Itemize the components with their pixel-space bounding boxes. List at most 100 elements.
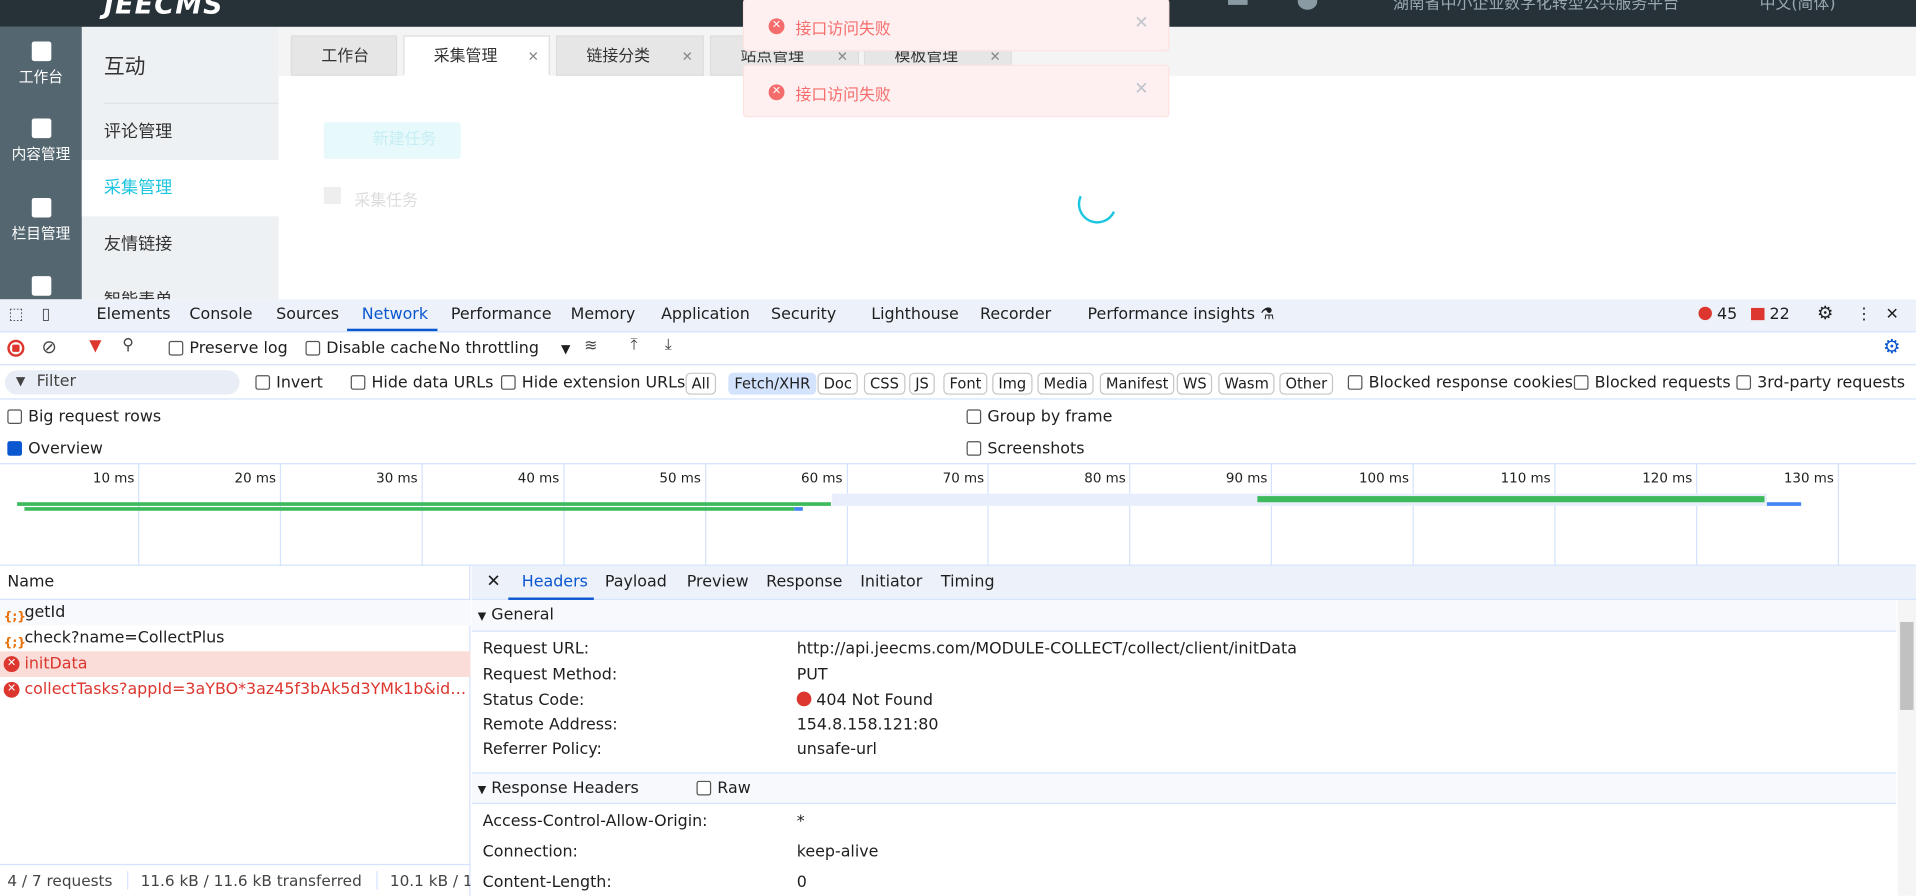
request-row[interactable]: {;} check?name=CollectPlus (0, 626, 470, 652)
iconbar-item-workbench[interactable]: 工作台 (0, 41, 82, 87)
box-icon (31, 276, 51, 296)
header-key: Access-Control-Allow-Origin: (482, 812, 708, 831)
type-filter-font[interactable]: Font (943, 372, 988, 395)
preserve-log-checkbox[interactable]: Preserve log (168, 340, 288, 358)
type-filter-css[interactable]: CSS (863, 372, 905, 395)
close-icon[interactable]: ✕ (1885, 305, 1898, 323)
language-selector[interactable]: 中文(简体) (1760, 0, 1836, 13)
loading-spinner (1072, 179, 1123, 230)
close-icon[interactable]: ✕ (528, 37, 539, 77)
platform-text[interactable]: 湖南省中小企业数字化转型公共服务平台 (1393, 0, 1679, 13)
tab-console[interactable]: Console (189, 305, 252, 323)
third-party-checkbox[interactable]: 3rd-party requests (1736, 374, 1905, 392)
hide-extension-urls-checkbox[interactable]: Hide extension URLs (500, 374, 685, 392)
general-section-header[interactable]: ▼ General (471, 599, 1897, 632)
subnav-item-links[interactable]: 友情链接 (82, 216, 279, 272)
type-filter-ws[interactable]: WS (1176, 372, 1213, 395)
tab-elements[interactable]: Elements (97, 305, 171, 323)
raw-checkbox[interactable]: Raw (696, 773, 751, 805)
header-key: Request Method: (482, 665, 618, 685)
overview-checkbox[interactable]: Overview (7, 440, 103, 458)
timeline-tick-label: 90 ms (1225, 470, 1268, 487)
tab-network[interactable]: Network (362, 305, 428, 323)
issue-count-badge[interactable]: 22 (1751, 305, 1790, 324)
download-icon[interactable]: ⤓ (665, 336, 672, 354)
error-icon: ✕ (3, 656, 20, 673)
subnav-item-comments[interactable]: 评论管理 (82, 104, 279, 160)
tab-headers[interactable]: Headers (522, 573, 588, 591)
request-row[interactable]: {;} getId (0, 599, 471, 626)
disable-cache-checkbox[interactable]: Disable cache (305, 340, 437, 358)
type-filter-other[interactable]: Other (1279, 372, 1334, 395)
record-icon[interactable] (7, 339, 25, 357)
invert-checkbox[interactable]: Invert (255, 374, 323, 392)
big-request-rows-checkbox[interactable]: Big request rows (7, 408, 161, 426)
tab-workbench[interactable]: 工作台 (290, 35, 398, 76)
request-row-selected[interactable]: ✕ initData (0, 651, 471, 677)
search-icon[interactable]: ⚲ (122, 336, 134, 354)
network-settings-icon[interactable]: ⚙ (1883, 335, 1901, 358)
error-count-badge[interactable]: 45 (1698, 305, 1737, 324)
upload-icon[interactable]: ⤒ (631, 336, 638, 354)
tab-memory[interactable]: Memory (571, 305, 636, 323)
tab-security[interactable]: Security (771, 305, 836, 323)
screenshots-checkbox[interactable]: Screenshots (966, 440, 1085, 458)
clear-icon[interactable]: ⊘ (42, 336, 57, 358)
tab-initiator[interactable]: Initiator (860, 573, 922, 591)
tab-recorder[interactable]: Recorder (980, 305, 1051, 323)
iconbar-item-column[interactable]: 栏目管理 (0, 197, 82, 243)
request-row[interactable]: ✕ collectTasks?appId=3aYBO*3az45f3bAk5d3Y… (0, 677, 470, 703)
inspect-icon[interactable]: ⬚ (9, 305, 24, 323)
tab-timing[interactable]: Timing (941, 573, 995, 591)
type-filter-fetch-xhr[interactable]: Fetch/XHR (728, 372, 817, 395)
tab-response[interactable]: Response (766, 573, 842, 591)
tab-payload[interactable]: Payload (605, 573, 667, 591)
timeline-request-bar (24, 507, 795, 511)
more-icon[interactable]: ⋮ (1856, 305, 1872, 323)
tab-sources[interactable]: Sources (276, 305, 339, 323)
filter-input[interactable]: ▼ Filter (4, 370, 240, 395)
group-by-frame-checkbox[interactable]: Group by frame (966, 408, 1112, 426)
close-icon[interactable]: ✕ (1134, 79, 1148, 99)
details-scrollbar[interactable] (1897, 599, 1916, 896)
tab-application[interactable]: Application (661, 305, 750, 323)
timeline-request-bar (794, 507, 803, 511)
type-filter-all[interactable]: All (685, 372, 716, 395)
type-filter-doc[interactable]: Doc (817, 372, 859, 395)
type-filter-js[interactable]: JS (909, 372, 935, 395)
theme-icon[interactable] (1297, 0, 1318, 10)
response-headers-section-header[interactable]: ▼ Response Headers Raw (471, 772, 1897, 805)
tab-preview[interactable]: Preview (687, 573, 749, 591)
name-column-header[interactable]: Name (0, 566, 471, 600)
tab-performance-insights[interactable]: Performance insights ⚗ (1088, 305, 1275, 323)
tab-lighthouse[interactable]: Lighthouse (871, 305, 959, 323)
network-conditions-icon[interactable]: ≋ (584, 337, 597, 355)
blocked-cookies-checkbox[interactable]: Blocked response cookies (1347, 374, 1573, 392)
timeline-gridline (1695, 464, 1698, 566)
type-filter-manifest[interactable]: Manifest (1099, 372, 1175, 395)
type-filter-img[interactable]: Img (992, 372, 1033, 395)
subnav-item-collect[interactable]: 采集管理 (81, 160, 279, 217)
new-task-button[interactable]: 新建任务 (323, 122, 461, 159)
close-icon[interactable]: ✕ (1134, 13, 1148, 33)
network-overview-timeline[interactable]: 10 ms 20 ms 30 ms 40 ms 50 ms 60 ms 70 ms 80 ms… (0, 464, 1916, 566)
filter-icon: ▼ (15, 375, 26, 389)
close-icon[interactable]: ✕ (682, 37, 693, 77)
timeline-tick-label: 40 ms (517, 470, 560, 487)
device-toggle-icon[interactable]: ▯ (42, 305, 51, 323)
monitor-icon[interactable] (1228, 0, 1248, 5)
tab-collect[interactable]: 采集管理 ✕ (403, 35, 550, 77)
iconbar-item-content[interactable]: 内容管理 (0, 118, 82, 164)
close-icon[interactable]: ✕ (486, 572, 500, 592)
tab-performance[interactable]: Performance (451, 305, 552, 323)
hide-data-urls-checkbox[interactable]: Hide data URLs (350, 374, 493, 392)
type-filter-media[interactable]: Media (1037, 372, 1094, 395)
tab-link-category[interactable]: 链接分类 ✕ (555, 35, 704, 77)
filter-icon[interactable]: ▼ (89, 337, 101, 355)
settings-icon[interactable]: ⚙ (1817, 302, 1833, 324)
type-filter-wasm[interactable]: Wasm (1218, 372, 1275, 395)
iconbar-item-box[interactable] (0, 276, 82, 300)
throttling-select[interactable]: No throttling ▼ (439, 340, 571, 358)
blocked-requests-checkbox[interactable]: Blocked requests (1573, 374, 1731, 392)
timeline-tick-label: 30 ms (376, 470, 418, 487)
